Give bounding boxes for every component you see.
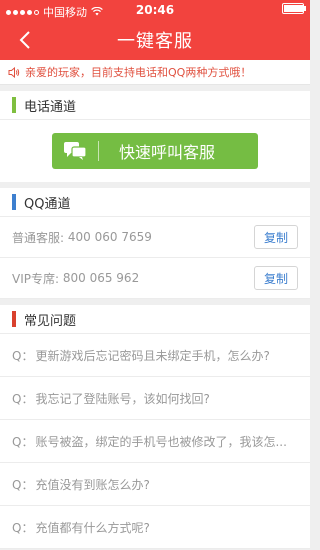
faq-prefix: Q： xyxy=(12,520,34,535)
faq-section-title: 常见问题 xyxy=(24,313,77,329)
faq-question: 我忘记了登陆账号，该如何找回? xyxy=(35,391,210,406)
faq-prefix: Q： xyxy=(12,348,34,363)
notice-banner: 亲爱的玩家，目前支持电话和QQ两种方式哦！ xyxy=(0,60,310,85)
copy-button[interactable]: 复制 xyxy=(254,225,298,249)
qq-section-header: QQ通道 xyxy=(0,188,310,217)
call-button-wrap: 快速呼叫客服 xyxy=(0,120,310,182)
faq-prefix: Q： xyxy=(12,477,34,492)
qq-section: QQ通道 普通客服: 400 060 7659 复制 VIP专席: 800 06… xyxy=(0,188,310,299)
back-button[interactable] xyxy=(14,29,36,51)
qq-row-normal: 普通客服: 400 060 7659 复制 xyxy=(0,217,310,258)
nav-bar: 一键客服 xyxy=(0,20,310,60)
faq-item[interactable]: Q： 充值没有到账怎么办? xyxy=(0,463,310,506)
faq-section-header: 常见问题 xyxy=(0,305,310,334)
quick-call-button[interactable]: 快速呼叫客服 xyxy=(52,133,258,169)
chevron-left-icon xyxy=(19,31,30,49)
faq-item[interactable]: Q： 更新游戏后忘记密码且未绑定手机，怎么办? xyxy=(0,334,310,377)
quick-call-label: 快速呼叫客服 xyxy=(119,143,216,162)
phone-section: 电话通道 快速呼叫客服 xyxy=(0,91,310,182)
qq-number: 800 065 962 xyxy=(62,271,140,285)
qq-label: 普通客服: xyxy=(12,230,65,245)
page-title: 一键客服 xyxy=(117,31,193,52)
phone-section-title: 电话通道 xyxy=(24,99,77,115)
battery-fill xyxy=(284,5,303,12)
status-bar: 中国移动 20:46 xyxy=(0,0,310,20)
qq-number: 400 060 7659 xyxy=(67,230,152,244)
battery-icon xyxy=(282,3,306,14)
faq-prefix: Q： xyxy=(12,434,34,449)
status-time: 20:46 xyxy=(135,3,175,17)
qq-section-title: QQ通道 xyxy=(24,196,71,212)
notice-text: 亲爱的玩家，目前支持电话和QQ两种方式哦！ xyxy=(25,66,252,79)
copy-button[interactable]: 复制 xyxy=(254,266,298,290)
faq-prefix: Q： xyxy=(12,391,34,406)
button-divider xyxy=(98,141,99,161)
chat-icon xyxy=(52,141,98,161)
section-marker xyxy=(12,194,16,210)
qq-label: VIP专席: xyxy=(12,271,60,286)
section-marker xyxy=(12,97,16,113)
faq-item[interactable]: Q： 充值都有什么方式呢? xyxy=(0,506,310,549)
phone-section-header: 电话通道 xyxy=(0,91,310,120)
section-marker xyxy=(12,311,16,327)
faq-question: 更新游戏后忘记密码且未绑定手机，怎么办? xyxy=(35,348,270,363)
faq-item[interactable]: Q： 账号被盗，绑定的手机号也被修改了，我该怎... xyxy=(0,420,310,463)
faq-question: 充值没有到账怎么办? xyxy=(35,477,150,492)
faq-section: 常见问题 Q： 更新游戏后忘记密码且未绑定手机，怎么办? Q： 我忘记了登陆账号… xyxy=(0,305,310,549)
speaker-icon xyxy=(8,66,20,78)
qq-row-vip: VIP专席: 800 065 962 复制 xyxy=(0,258,310,299)
status-right xyxy=(282,3,306,14)
faq-item[interactable]: Q： 我忘记了登陆账号，该如何找回? xyxy=(0,377,310,420)
faq-question: 账号被盗，绑定的手机号也被修改了，我该怎... xyxy=(35,434,287,449)
faq-question: 充值都有什么方式呢? xyxy=(35,520,150,535)
